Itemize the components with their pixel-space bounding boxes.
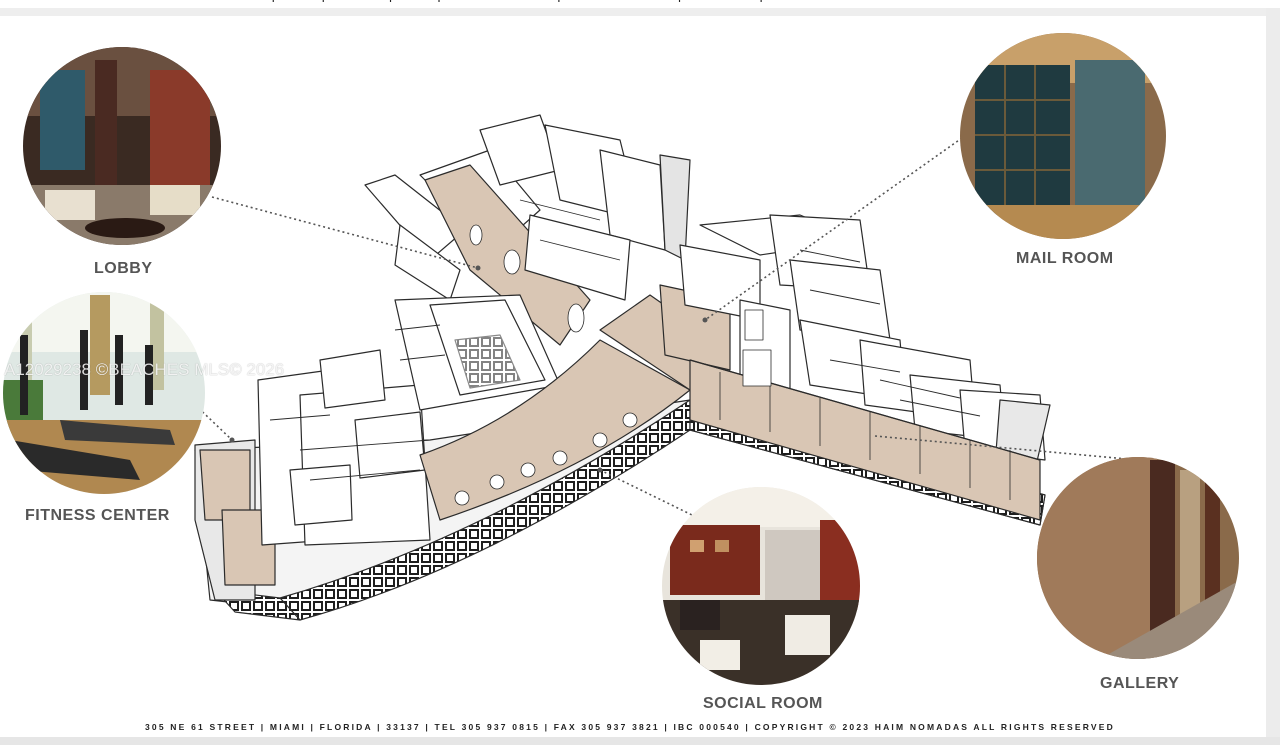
fitness-photo bbox=[3, 292, 205, 494]
social-room-label: SOCIAL ROOM bbox=[703, 695, 823, 712]
social-room-photo bbox=[662, 487, 860, 685]
bottom-edge bbox=[0, 737, 1280, 745]
gallery-photo bbox=[1037, 457, 1239, 659]
footer-address: 305 NE 61 STREET | MIAMI | FLORIDA | 331… bbox=[144, 722, 1116, 732]
lobby-label: LOBBY bbox=[94, 260, 153, 277]
mail-room-label: MAIL ROOM bbox=[1016, 250, 1114, 267]
gallery-label: GALLERY bbox=[1100, 675, 1180, 692]
floor-plan bbox=[194, 114, 1051, 621]
fitness-center-label: FITNESS CENTER bbox=[25, 507, 170, 524]
mls-watermark: A12029238 ©BEACHES MLS© 2026 bbox=[4, 360, 285, 379]
mail-room-photo bbox=[960, 33, 1166, 239]
brochure-page: 305 NE 61 STREET | MIAMI | FLORIDA | 331… bbox=[0, 0, 1280, 745]
lobby-photo bbox=[23, 47, 221, 245]
